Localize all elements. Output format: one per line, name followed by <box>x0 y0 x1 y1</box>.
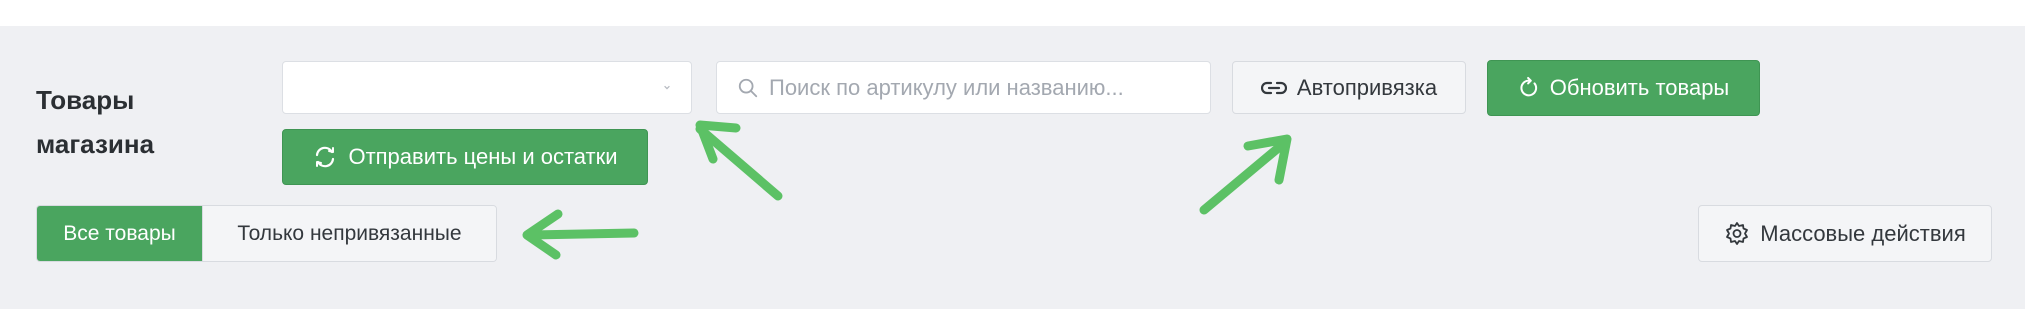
page-title: Товары магазина <box>36 85 155 159</box>
refresh-products-label: Обновить товары <box>1549 75 1730 100</box>
autobind-button[interactable]: Автопривязка <box>1232 61 1466 114</box>
store-select[interactable] <box>282 61 692 114</box>
tab-all-products[interactable]: Все товары <box>37 206 202 261</box>
search-icon <box>738 78 758 97</box>
autobind-label: Автопривязка <box>1296 74 1438 100</box>
refresh-products-button[interactable]: Обновить товары <box>1487 60 1760 116</box>
search-field[interactable] <box>716 61 1211 114</box>
bulk-actions-label: Массовые действия <box>1760 220 1966 246</box>
refresh-icon <box>1518 76 1540 100</box>
sync-icon <box>312 144 338 170</box>
product-filter-tabs: Все товары Только непривязанные <box>36 205 497 262</box>
tab-unbound-only[interactable]: Только непривязанные <box>202 206 496 261</box>
send-prices-label: Отправить цены и остатки <box>348 144 618 169</box>
chevron-down-icon <box>664 85 670 90</box>
link-icon <box>1260 80 1287 96</box>
gear-icon <box>1724 221 1750 247</box>
bulk-actions-button[interactable]: Массовые действия <box>1698 205 1992 262</box>
search-input[interactable] <box>769 74 1210 101</box>
send-prices-button[interactable]: Отправить цены и остатки <box>282 129 648 185</box>
